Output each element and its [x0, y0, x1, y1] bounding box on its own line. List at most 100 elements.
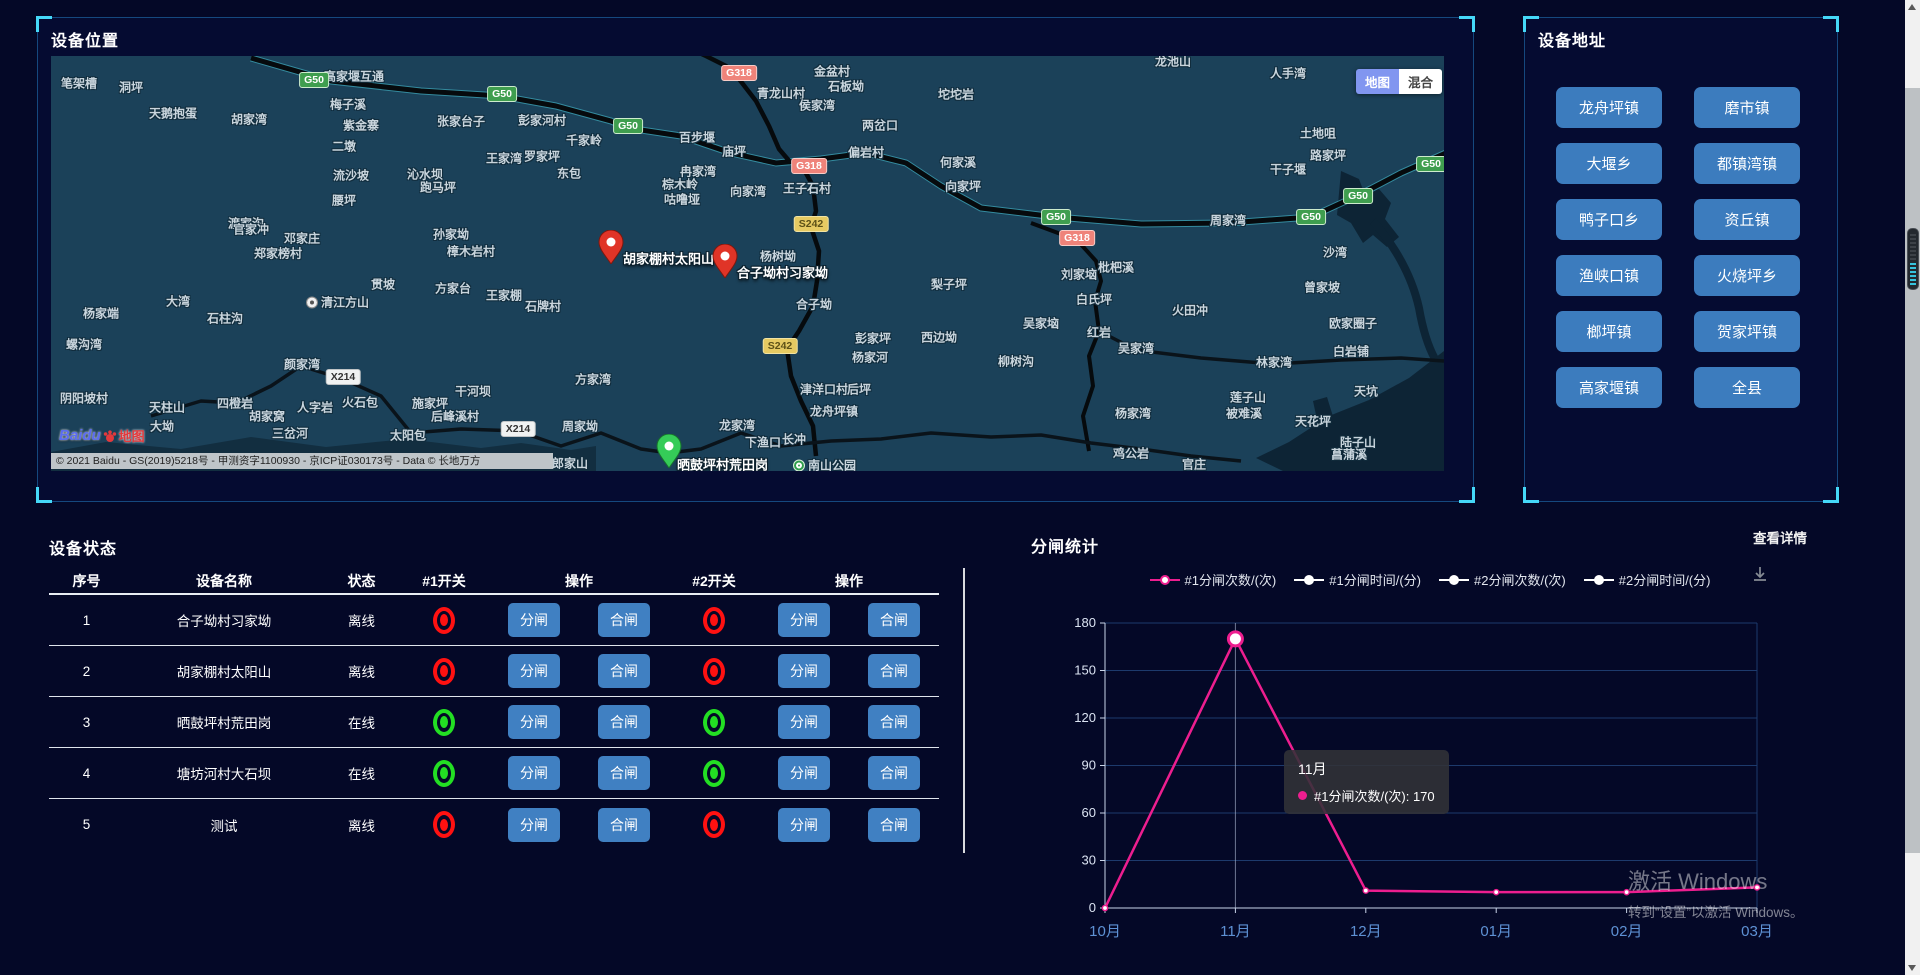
- map-place-label: 千家岭: [566, 132, 602, 149]
- svg-text:150: 150: [1074, 663, 1096, 678]
- map-panel-title: 设备位置: [51, 27, 119, 51]
- close-switch-button[interactable]: 合闸: [598, 808, 650, 842]
- close-switch-button[interactable]: 合闸: [868, 603, 920, 637]
- address-panel-title: 设备地址: [1538, 27, 1606, 51]
- map-place-label: 郑家榜村: [254, 245, 302, 262]
- open-switch-button[interactable]: 分闸: [508, 808, 560, 842]
- address-button[interactable]: 榔坪镇: [1556, 311, 1662, 352]
- map-place-label: 龙家湾: [719, 417, 755, 434]
- close-switch-button[interactable]: 合闸: [868, 756, 920, 790]
- map-place-label: 螺沟湾: [66, 336, 102, 353]
- legend-item[interactable]: #1分闸次数/(次): [1150, 570, 1277, 589]
- map-place-label: 吴家垴: [1023, 315, 1059, 332]
- address-button[interactable]: 火烧坪乡: [1694, 255, 1800, 296]
- map-place-label: 胡家湾: [231, 111, 267, 128]
- device-name: 塘坊河村大石坝: [124, 763, 324, 783]
- road-badge: G318: [791, 158, 827, 174]
- close-switch-button[interactable]: 合闸: [868, 705, 920, 739]
- open-switch-button[interactable]: 分闸: [508, 603, 560, 637]
- svg-text:90: 90: [1082, 758, 1096, 773]
- map-place-label: 路家坪: [1310, 147, 1346, 164]
- switch-indicator: [433, 658, 455, 685]
- address-button[interactable]: 大堰乡: [1556, 143, 1662, 184]
- map-place-label: 何家溪: [940, 154, 976, 171]
- open-switch-button[interactable]: 分闸: [508, 756, 560, 790]
- open-switch-button[interactable]: 分闸: [508, 705, 560, 739]
- open-switch-button[interactable]: 分闸: [778, 705, 830, 739]
- device-name: 合子坳村习家坳: [124, 610, 324, 630]
- close-switch-button[interactable]: 合闸: [868, 808, 920, 842]
- map-place-label: 官家冲: [233, 221, 269, 238]
- open-switch-button[interactable]: 分闸: [508, 654, 560, 688]
- legend-item[interactable]: #1分闸时间/(分): [1294, 570, 1421, 589]
- map-place-label: 杨家端: [83, 305, 119, 322]
- map-place-label: 周家湾: [1210, 212, 1246, 229]
- device-status: 在线: [324, 712, 399, 732]
- address-button[interactable]: 全县: [1694, 367, 1800, 408]
- open-switch-button[interactable]: 分闸: [778, 756, 830, 790]
- close-switch-button[interactable]: 合闸: [868, 654, 920, 688]
- corner-decoration: [1459, 16, 1475, 32]
- map-place-label: 人手湾: [1270, 65, 1306, 82]
- column-header: 操作: [759, 571, 939, 591]
- map-place-label: 咕噜垭: [664, 191, 700, 208]
- road-badge: G50: [1416, 156, 1444, 172]
- open-switch-button[interactable]: 分闸: [778, 808, 830, 842]
- device-status: 在线: [324, 763, 399, 783]
- view-details-link[interactable]: 查看详情: [1753, 527, 1807, 547]
- map-place-label: 杨家河: [852, 349, 888, 366]
- road-badge: G318: [721, 65, 757, 81]
- scrollbar-down-arrow[interactable]: [1908, 965, 1916, 971]
- map-place-label: 西边坳: [921, 329, 957, 346]
- map-type-hybrid-button[interactable]: 混合: [1399, 69, 1442, 94]
- address-button[interactable]: 鸭子口乡: [1556, 199, 1662, 240]
- map-place-label: 腰坪: [332, 192, 356, 209]
- scrollbar-up-arrow[interactable]: [1908, 4, 1916, 10]
- map-place-label: 樟木岩村: [447, 243, 495, 260]
- baidu-paw-icon: [103, 429, 117, 443]
- hill-icon: [306, 296, 318, 308]
- baidu-map[interactable]: 笔架槽洞坪天鹅抱蛋胡家湾高家堰互通梅子溪紫金寨二墩流沙坡沁水坝腰坪跑马坪渡家沟邓…: [51, 56, 1444, 471]
- table-scrollbar-track[interactable]: [963, 568, 965, 853]
- map-place-label: 官庄: [1182, 456, 1206, 472]
- close-switch-button[interactable]: 合闸: [598, 756, 650, 790]
- address-button[interactable]: 磨市镇: [1694, 87, 1800, 128]
- device-name: 测试: [124, 815, 324, 835]
- device-status: 离线: [324, 815, 399, 835]
- page-scrollbar[interactable]: [1905, 0, 1920, 975]
- corner-decoration: [36, 16, 52, 32]
- svg-text:60: 60: [1082, 805, 1096, 820]
- address-button[interactable]: 资丘镇: [1694, 199, 1800, 240]
- map-place-label: 高家堰互通: [324, 68, 384, 85]
- legend-item[interactable]: #2分闸次数/(次): [1439, 570, 1566, 589]
- map-place-label: 坨坨岩: [938, 86, 974, 103]
- map-place-label: 流沙坡: [333, 167, 369, 184]
- map-place-label: 白岩铺: [1333, 343, 1369, 360]
- map-place-label: 方家湾: [575, 371, 611, 388]
- device-map-pin-red[interactable]: [598, 230, 624, 264]
- map-place-label: 莲子山: [1230, 389, 1266, 406]
- scrollbar-thumb[interactable]: [1905, 88, 1920, 853]
- open-switch-button[interactable]: 分闸: [778, 654, 830, 688]
- road-badge: S242: [763, 338, 798, 354]
- close-switch-button[interactable]: 合闸: [598, 654, 650, 688]
- address-button[interactable]: 龙舟坪镇: [1556, 87, 1662, 128]
- map-type-map-button[interactable]: 地图: [1356, 69, 1399, 94]
- device-map-pin-red[interactable]: [712, 244, 738, 278]
- map-pin-label: 胡家棚村太阳山: [623, 249, 714, 268]
- address-button[interactable]: 渔峡口镇: [1556, 255, 1662, 296]
- close-switch-button[interactable]: 合闸: [598, 603, 650, 637]
- scrollbar-grip-widget[interactable]: [1907, 228, 1919, 290]
- address-button[interactable]: 贺家坪镇: [1694, 311, 1800, 352]
- open-switch-button[interactable]: 分闸: [778, 603, 830, 637]
- address-button[interactable]: 都镇湾镇: [1694, 143, 1800, 184]
- legend-marker: [1294, 579, 1324, 581]
- row-index: 1: [49, 613, 124, 628]
- legend-item[interactable]: #2分闸时间/(分): [1584, 570, 1711, 589]
- close-switch-button[interactable]: 合闸: [598, 705, 650, 739]
- address-button[interactable]: 高家堰镇: [1556, 367, 1662, 408]
- device-status-table: 序号设备名称状态#1开关操作#2开关操作 1 合子坳村习家坳 离线 分闸合闸 分…: [49, 568, 939, 850]
- map-place-label: 沙湾: [1323, 244, 1347, 261]
- map-place-label: 干子堰: [1270, 161, 1306, 178]
- map-place-label: 贯坡: [371, 276, 395, 293]
